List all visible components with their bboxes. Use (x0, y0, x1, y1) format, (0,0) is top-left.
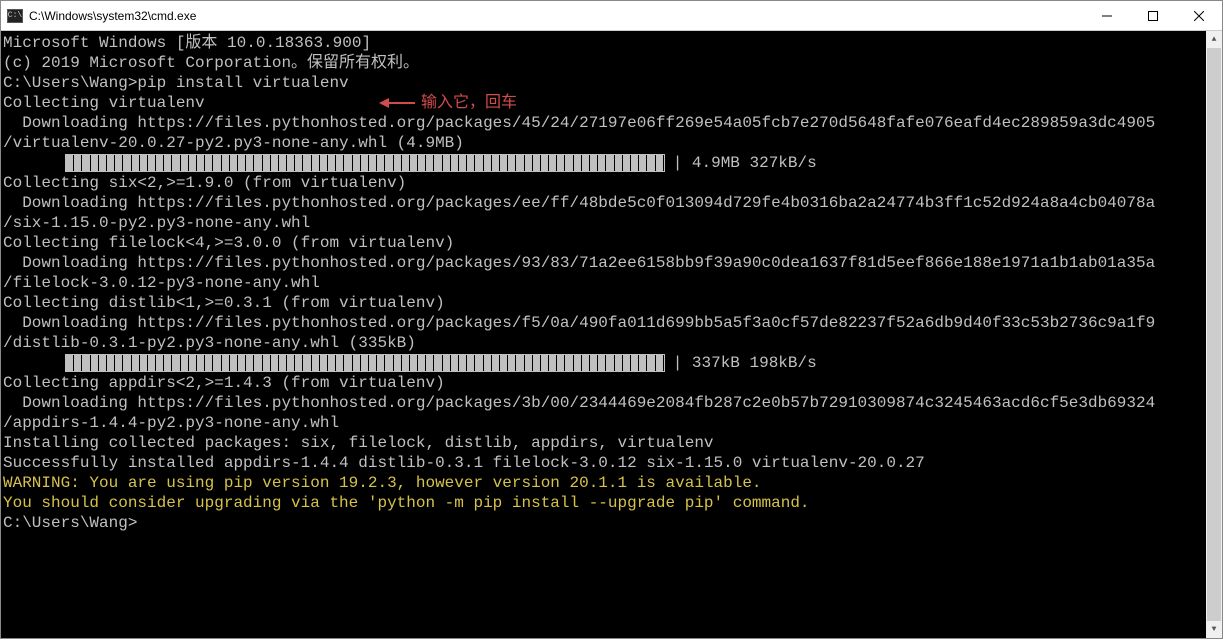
terminal-line: Collecting appdirs<2,>=1.4.3 (from virtu… (3, 373, 1204, 393)
terminal-line: You should consider upgrading via the 'p… (3, 493, 1204, 513)
terminal-line: /six-1.15.0-py2.py3-none-any.whl (3, 213, 1204, 233)
cmd-window: C:\ C:\Windows\system32\cmd.exe Microsof… (0, 0, 1223, 639)
progress-bar-line: | 337kB 198kB/s (3, 353, 1204, 373)
terminal-line: Collecting filelock<4,>=3.0.0 (from virt… (3, 233, 1204, 253)
scroll-down-button[interactable]: ▼ (1206, 621, 1222, 638)
scroll-track[interactable] (1206, 48, 1222, 621)
maximize-button[interactable] (1130, 1, 1176, 30)
terminal-line: Downloading https://files.pythonhosted.o… (3, 113, 1204, 133)
terminal-line: Successfully installed appdirs-1.4.4 dis… (3, 453, 1204, 473)
minimize-button[interactable] (1084, 1, 1130, 30)
window-controls (1084, 1, 1222, 30)
progress-label: | 4.9MB 327kB/s (665, 153, 817, 173)
terminal-line: C:\Users\Wang> (3, 513, 1204, 533)
terminal-line: /distlib-0.3.1-py2.py3-none-any.whl (335… (3, 333, 1204, 353)
terminal-line: C:\Users\Wang>pip install virtualenv (3, 73, 1204, 93)
scroll-thumb[interactable] (1207, 48, 1221, 621)
vertical-scrollbar[interactable]: ▲ ▼ (1206, 31, 1222, 638)
terminal-output[interactable]: Microsoft Windows [版本 10.0.18363.900](c)… (1, 31, 1206, 638)
terminal-line: Microsoft Windows [版本 10.0.18363.900] (3, 33, 1204, 53)
terminal-line: /appdirs-1.4.4-py2.py3-none-any.whl (3, 413, 1204, 433)
annotation-text: 输入它，回车 (421, 93, 517, 113)
progress-bar (65, 154, 665, 172)
cmd-icon: C:\ (7, 9, 23, 23)
terminal-line: Downloading https://files.pythonhosted.o… (3, 193, 1204, 213)
terminal-line: Collecting virtualenv (3, 93, 1204, 113)
titlebar[interactable]: C:\ C:\Windows\system32\cmd.exe (1, 1, 1222, 31)
progress-label: | 337kB 198kB/s (665, 353, 817, 373)
arrow-left-icon (379, 97, 415, 109)
close-button[interactable] (1176, 1, 1222, 30)
terminal-line: /virtualenv-20.0.27-py2.py3-none-any.whl… (3, 133, 1204, 153)
progress-bar-line: | 4.9MB 327kB/s (3, 153, 1204, 173)
window-title: C:\Windows\system32\cmd.exe (29, 9, 1084, 23)
terminal-line: Downloading https://files.pythonhosted.o… (3, 253, 1204, 273)
terminal-line: (c) 2019 Microsoft Corporation。保留所有权利。 (3, 53, 1204, 73)
terminal-line: Downloading https://files.pythonhosted.o… (3, 393, 1204, 413)
terminal-line: WARNING: You are using pip version 19.2.… (3, 473, 1204, 493)
terminal-line: /filelock-3.0.12-py3-none-any.whl (3, 273, 1204, 293)
terminal-line: Downloading https://files.pythonhosted.o… (3, 313, 1204, 333)
scroll-up-button[interactable]: ▲ (1206, 31, 1222, 48)
terminal-line: Collecting distlib<1,>=0.3.1 (from virtu… (3, 293, 1204, 313)
terminal-line: Collecting six<2,>=1.9.0 (from virtualen… (3, 173, 1204, 193)
annotation: 输入它，回车 (379, 93, 517, 113)
progress-bar (65, 354, 665, 372)
terminal-line: Installing collected packages: six, file… (3, 433, 1204, 453)
